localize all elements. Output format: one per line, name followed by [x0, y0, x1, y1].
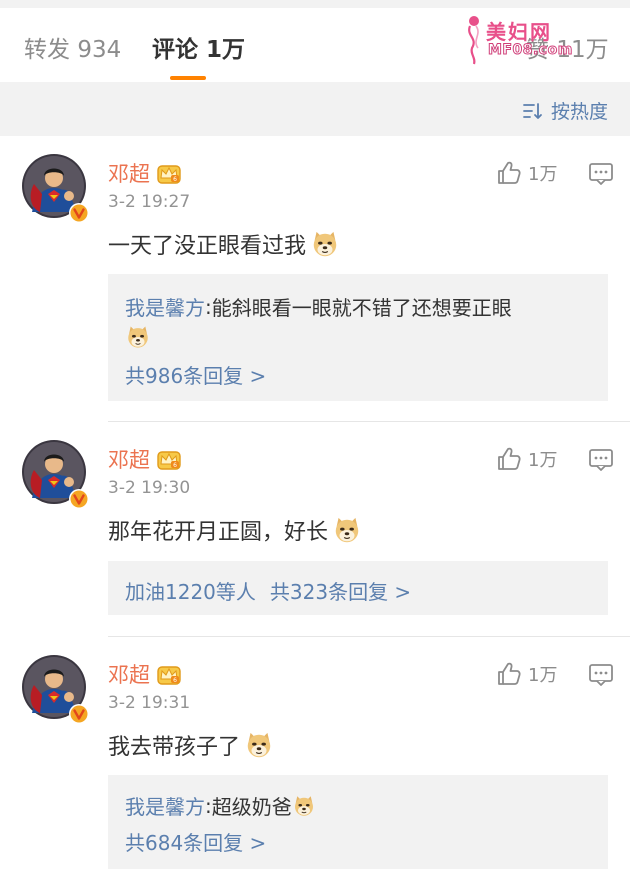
like-button[interactable]: 1万: [496, 446, 557, 472]
tab-comment-count: 1万: [206, 37, 246, 63]
reply-preview: 我是馨方 : 超级奶爸: [125, 791, 316, 820]
divider: [108, 636, 630, 637]
comment-text-content: 我去带孩子了: [108, 735, 241, 760]
sort-icon: [523, 102, 542, 119]
tab-repost[interactable]: 转发 934: [24, 30, 121, 64]
comment-time: 3-2 19:30: [108, 478, 191, 498]
verified-badge-icon: [68, 703, 90, 725]
commenter-name[interactable]: 邓超: [108, 444, 150, 474]
commenter-name[interactable]: 邓超: [108, 659, 150, 689]
vip-crown-icon: [156, 447, 182, 471]
commenter-name[interactable]: 邓超: [108, 158, 150, 188]
doge-emoji-icon: [244, 730, 274, 760]
watermark-text-cn: 美妇网: [486, 20, 552, 44]
more-replies-link[interactable]: 共986条回复 >: [125, 360, 266, 389]
sort-label: 按热度: [550, 101, 608, 123]
reply-text: 能斜眼看一眼就不错了还想要正眼: [211, 296, 512, 320]
sort-button[interactable]: 按热度: [523, 97, 608, 124]
active-tab-indicator: [170, 76, 206, 80]
reply-user[interactable]: 我是馨方: [125, 791, 205, 820]
thumb-up-icon: [496, 661, 522, 687]
tab-comment[interactable]: 评论 1万: [152, 30, 245, 64]
reply-box[interactable]: 我是馨方 : 能斜眼看一眼就不错了还想要正眼 共986条回复 >: [108, 274, 608, 401]
comment-text-content: 那年花开月正圆，好长: [108, 520, 329, 545]
like-button[interactable]: 1万: [496, 661, 557, 687]
like-count: 1万: [528, 665, 558, 686]
sort-bar: 按热度: [0, 82, 630, 136]
doge-emoji-icon: [310, 229, 340, 259]
tab-repost-label: 转发: [24, 37, 70, 63]
doge-emoji-icon: [332, 515, 362, 545]
doge-emoji-icon: [125, 324, 151, 350]
tab-bar: 转发 934 评论 1万 赞 11万 美妇网 MF08.com: [0, 8, 630, 82]
more-replies-link[interactable]: 共323条回复 >: [270, 576, 411, 605]
like-count: 1万: [528, 450, 558, 471]
divider: [108, 421, 630, 422]
comment-text: 我去带孩子了: [108, 729, 274, 761]
doge-emoji-icon: [292, 794, 316, 818]
comment-text: 那年花开月正圆，好长: [108, 514, 362, 546]
reply-box[interactable]: 加油1220等人 共323条回复 >: [108, 561, 608, 615]
reply-box[interactable]: 我是馨方 : 超级奶爸 共684条回复 >: [108, 775, 608, 869]
thumb-up-icon: [496, 446, 522, 472]
verified-badge-icon: [68, 202, 90, 224]
more-replies-link[interactable]: 共684条回复 >: [125, 827, 266, 856]
more-menu-icon[interactable]: [588, 663, 614, 687]
comment-time: 3-2 19:27: [108, 192, 191, 212]
reply-user[interactable]: 我是馨方: [125, 292, 205, 321]
more-menu-icon[interactable]: [588, 448, 614, 472]
reply-separator: :: [205, 793, 212, 818]
vip-crown-icon: [156, 161, 182, 185]
reply-preview: 我是馨方 : 能斜眼看一眼就不错了还想要正眼: [125, 292, 512, 321]
tab-comment-label: 评论: [152, 37, 198, 63]
thumb-up-icon: [496, 160, 522, 186]
vip-crown-icon: [156, 662, 182, 686]
reply-summary: 加油1220等人 共323条回复 >: [125, 576, 411, 605]
watermark-text-en: MF08.com: [488, 42, 573, 59]
likers-link[interactable]: 加油1220等人: [125, 576, 256, 605]
top-band: [0, 0, 630, 8]
like-count: 1万: [528, 164, 558, 185]
reply-separator: :: [205, 294, 212, 319]
more-menu-icon[interactable]: [588, 162, 614, 186]
like-button[interactable]: 1万: [496, 160, 557, 186]
comment-text: 一天了没正眼看过我: [108, 228, 340, 260]
verified-badge-icon: [68, 488, 90, 510]
reply-text: 超级奶爸: [211, 795, 292, 819]
tab-repost-count: 934: [77, 37, 122, 63]
watermark: 美妇网 MF08.com: [462, 14, 582, 65]
comment-text-content: 一天了没正眼看过我: [108, 234, 307, 259]
watermark-logo-icon: [468, 16, 479, 65]
comment-time: 3-2 19:31: [108, 693, 191, 713]
